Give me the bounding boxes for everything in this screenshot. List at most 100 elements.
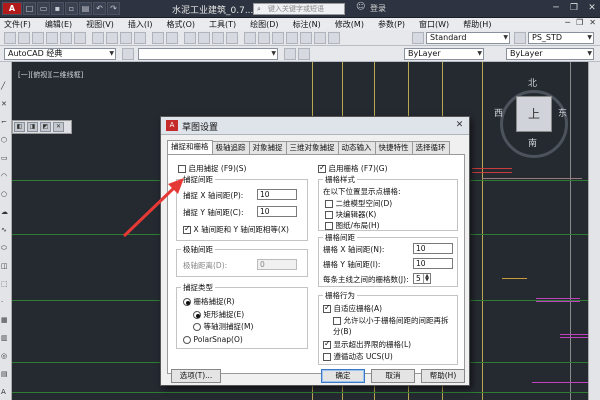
- grid-snap-row[interactable]: 栅格捕捉(R): [183, 296, 235, 307]
- beyond-limits-checkbox[interactable]: [323, 339, 331, 349]
- menu-modify[interactable]: 修改(M): [335, 19, 364, 30]
- grid-x-input[interactable]: 10: [413, 243, 453, 254]
- tool-preview-icon[interactable]: [60, 32, 72, 44]
- hatch-tool-icon[interactable]: ▦: [1, 316, 10, 325]
- view-tool-3-icon[interactable]: ◩: [40, 122, 51, 132]
- polygon-tool-icon[interactable]: ⬡: [1, 136, 10, 145]
- rect-snap-row[interactable]: 矩形捕捉(E): [193, 309, 244, 320]
- menu-file[interactable]: 文件(F): [4, 19, 31, 30]
- open-file-icon[interactable]: ▭: [37, 2, 50, 15]
- point-tool-icon[interactable]: ·: [1, 298, 10, 307]
- tool-print-icon[interactable]: [46, 32, 58, 44]
- print-icon[interactable]: ▤: [79, 2, 92, 15]
- tool-cut-icon[interactable]: [92, 32, 104, 44]
- gradient-tool-icon[interactable]: ▥: [1, 334, 10, 343]
- linetype-select[interactable]: ByLayer ▼: [506, 48, 594, 60]
- follow-ucs-row[interactable]: 遵循动态 UCS(U): [323, 351, 393, 362]
- tool-undo-icon[interactable]: [152, 32, 164, 44]
- polar-snap-radio[interactable]: [183, 335, 191, 344]
- polyline-tool-icon[interactable]: ⌐: [1, 118, 10, 127]
- redo-icon[interactable]: ↷: [107, 2, 120, 15]
- app-menu-button[interactable]: A: [2, 2, 22, 15]
- menu-insert[interactable]: 插入(I): [128, 19, 153, 30]
- tool-calc-icon[interactable]: [314, 32, 326, 44]
- revcloud-tool-icon[interactable]: ☁: [1, 208, 10, 217]
- tool-palette-icon[interactable]: [272, 32, 284, 44]
- adaptive-grid-checkbox[interactable]: [323, 303, 331, 313]
- tool-save-icon[interactable]: [32, 32, 44, 44]
- tab-polar-tracking[interactable]: 极轴追踪: [211, 141, 250, 154]
- tab-quick-properties[interactable]: 快捷特性: [374, 141, 413, 154]
- view-tool-1-icon[interactable]: ◧: [14, 122, 25, 132]
- tool-markup-icon[interactable]: [300, 32, 312, 44]
- tool-zoom-realtime-icon[interactable]: [198, 32, 210, 44]
- grid-on-checkbox[interactable]: [318, 163, 326, 173]
- layer-make-current-icon[interactable]: [298, 48, 310, 60]
- block-editor-checkbox[interactable]: [325, 210, 333, 219]
- insert-block-icon[interactable]: ◫: [1, 262, 10, 271]
- ellipse-tool-icon[interactable]: ⬭: [1, 244, 10, 253]
- layer-select[interactable]: ▼: [138, 48, 278, 60]
- menu-help[interactable]: 帮助(H): [463, 19, 491, 30]
- snap-on-checkbox-row[interactable]: 启用捕捉 (F9)(S): [178, 163, 246, 174]
- model-space-row[interactable]: 二维模型空间(D): [325, 198, 392, 209]
- tool-zoom-window-icon[interactable]: [212, 32, 224, 44]
- grid-y-input[interactable]: 10: [413, 258, 453, 269]
- compass-north[interactable]: 北: [528, 76, 537, 89]
- spinner-icon[interactable]: ▲ ▼: [423, 274, 430, 283]
- compass-east[interactable]: 东: [558, 106, 567, 119]
- major-line-input[interactable]: 5 ▲ ▼: [413, 273, 431, 284]
- search-input[interactable]: ⌕ 键入关键字或短语: [253, 3, 345, 15]
- line-tool-icon[interactable]: ╱: [1, 82, 10, 91]
- text-style-select[interactable]: Standard ▼: [426, 32, 510, 44]
- new-file-icon[interactable]: □: [23, 2, 36, 15]
- undo-icon[interactable]: ↶: [93, 2, 106, 15]
- tab-object-snap[interactable]: 对象捕捉: [248, 141, 287, 154]
- layer-manager-icon[interactable]: [122, 48, 134, 60]
- equal-spacing-row[interactable]: X 轴间距和 Y 轴间距相等(X): [183, 224, 289, 235]
- menu-tools[interactable]: 工具(T): [209, 19, 236, 30]
- snap-on-checkbox[interactable]: [178, 164, 186, 173]
- grid-on-checkbox-row[interactable]: 启用栅格 (F7)(G): [318, 163, 388, 174]
- compass-west[interactable]: 西: [494, 106, 503, 119]
- restore-icon[interactable]: ❐: [566, 1, 582, 15]
- tool-help-icon[interactable]: [328, 32, 340, 44]
- menu-dimension[interactable]: 标注(N): [293, 19, 321, 30]
- close-icon[interactable]: ✕: [453, 119, 466, 131]
- beyond-limits-row[interactable]: 显示超出界限的栅格(L): [323, 339, 411, 350]
- layer-previous-icon[interactable]: [284, 48, 296, 60]
- iso-snap-row[interactable]: 等轴测捕捉(M): [193, 321, 253, 332]
- tool-open-icon[interactable]: [18, 32, 30, 44]
- table-tool-icon[interactable]: ▤: [1, 370, 10, 379]
- spline-tool-icon[interactable]: ∿: [1, 226, 10, 235]
- menu-edit[interactable]: 编辑(E): [45, 19, 72, 30]
- make-block-icon[interactable]: ⬚: [1, 280, 10, 289]
- iso-snap-radio[interactable]: [193, 322, 201, 331]
- tool-zoom-previous-icon[interactable]: [226, 32, 238, 44]
- dim-style-select[interactable]: PS_STD ▼: [528, 32, 594, 44]
- tool-copy-icon[interactable]: [106, 32, 118, 44]
- follow-ucs-checkbox[interactable]: [323, 352, 331, 361]
- tool-publish-icon[interactable]: [74, 32, 86, 44]
- cancel-button[interactable]: 取消: [371, 369, 415, 383]
- doc-minimize-icon[interactable]: ─: [565, 18, 570, 30]
- tab-selection-cycling[interactable]: 选择循环: [411, 141, 450, 154]
- menu-window[interactable]: 窗口(W): [419, 19, 449, 30]
- menu-draw[interactable]: 绘图(D): [250, 19, 278, 30]
- mtext-tool-icon[interactable]: A: [1, 388, 10, 397]
- user-icon[interactable]: ☺: [356, 2, 368, 15]
- polar-distance-input[interactable]: 0: [257, 259, 297, 270]
- sheet-layout-checkbox[interactable]: [325, 221, 333, 230]
- circle-tool-icon[interactable]: ○: [1, 190, 10, 199]
- compass-south[interactable]: 南: [528, 136, 537, 149]
- workspace-select[interactable]: AutoCAD 经典 ▼: [4, 48, 116, 60]
- save-icon[interactable]: ▪: [51, 2, 64, 15]
- grid-snap-radio[interactable]: [183, 297, 191, 306]
- tool-design-center-icon[interactable]: [258, 32, 270, 44]
- subdivide-row[interactable]: 允许以小于栅格间距的间距再拆分(B): [333, 315, 453, 337]
- dialog-title-bar[interactable]: A 草图设置 ✕: [161, 117, 469, 135]
- tab-snap-grid[interactable]: 捕捉和栅格: [167, 140, 213, 154]
- login-button[interactable]: 登录: [370, 3, 386, 14]
- options-button[interactable]: 选项(T)...: [171, 369, 221, 383]
- arc-tool-icon[interactable]: ◠: [1, 172, 10, 181]
